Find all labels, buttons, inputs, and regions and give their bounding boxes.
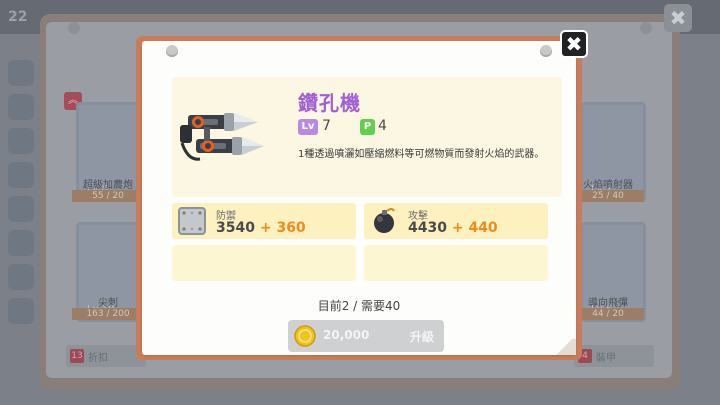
level-value: 7 — [322, 118, 331, 134]
pin-icon — [166, 45, 178, 57]
card-progress: 44 / 20 — [572, 308, 644, 320]
weapon-detail-modal: 鑽孔機 Lv 7 P 4 1種透過噴灑如壓縮燃料等可燃物質而發射火焰的武器。 防… — [136, 36, 582, 360]
stat-bonus-value: + 360 — [259, 220, 306, 236]
level-badge: Lv — [298, 119, 318, 135]
side-menu-icon[interactable] — [8, 230, 34, 256]
tab-label: 裝甲 — [596, 353, 616, 364]
upgrade-label: 升級 — [409, 330, 434, 344]
bottom-tab-discount[interactable]: 13 折扣 — [66, 345, 146, 367]
power-value: 4 — [378, 118, 387, 134]
coin-icon — [294, 325, 316, 347]
card-progress: 55 / 20 — [72, 190, 144, 202]
side-menu-icon[interactable] — [8, 196, 34, 222]
side-menu-icon[interactable] — [8, 264, 34, 290]
side-menu-icon[interactable] — [8, 162, 34, 188]
power-badge: P — [360, 119, 375, 135]
upgrade-button[interactable]: 20,000 升級 — [288, 320, 444, 352]
stat-base-value: 4430 — [408, 220, 447, 236]
stat-card-defense: 防禦 3540 + 360 — [172, 203, 356, 239]
drill-weapon-icon — [180, 113, 264, 161]
pin-icon — [540, 45, 552, 57]
stat-card-empty — [172, 245, 356, 281]
stat-base-value: 3540 — [216, 220, 255, 236]
upgrade-cost: 20,000 — [323, 328, 370, 342]
close-button[interactable]: ✖ — [560, 30, 588, 58]
card-progress: 163 / 200 — [72, 308, 144, 320]
pin-icon — [68, 22, 80, 34]
upgrade-progress-text: 目前2 / 需要40 — [317, 299, 401, 313]
modal-paper: 鑽孔機 Lv 7 P 4 1種透過噴灑如壓縮燃料等可燃物質而發射火焰的武器。 防… — [142, 41, 576, 355]
side-menu — [8, 60, 36, 360]
side-menu-icon[interactable] — [8, 298, 34, 324]
stat-card-attack: 攻擊 4430 + 440 — [364, 203, 548, 239]
tab-label: 折扣 — [88, 353, 108, 364]
item-header-panel: 鑽孔機 Lv 7 P 4 1種透過噴灑如壓縮燃料等可燃物質而發射火焰的武器。 — [172, 77, 562, 197]
armor-plate-icon — [178, 207, 206, 235]
item-title: 鑽孔機 — [298, 91, 361, 115]
side-menu-icon[interactable] — [8, 128, 34, 154]
stat-value: 4430 + 440 — [408, 220, 498, 236]
player-level-badge: 22 — [8, 9, 28, 25]
bottom-tab-armor[interactable]: 4 裝甲 — [574, 345, 654, 367]
background-close-button[interactable]: ✖ — [664, 4, 692, 32]
side-menu-icon[interactable] — [8, 94, 34, 120]
item-description: 1種透過噴灑如壓縮燃料等可燃物質而發射火焰的武器。 — [298, 149, 545, 160]
tab-count: 13 — [70, 349, 84, 363]
pin-icon — [640, 22, 652, 34]
bomb-icon — [374, 208, 395, 233]
side-menu-icon[interactable] — [8, 60, 34, 86]
stat-bonus-value: + 440 — [451, 220, 498, 236]
page-curl — [552, 339, 576, 355]
stat-value: 3540 + 360 — [216, 220, 306, 236]
stat-card-empty — [364, 245, 548, 281]
card-progress: 25 / 40 — [572, 190, 644, 202]
